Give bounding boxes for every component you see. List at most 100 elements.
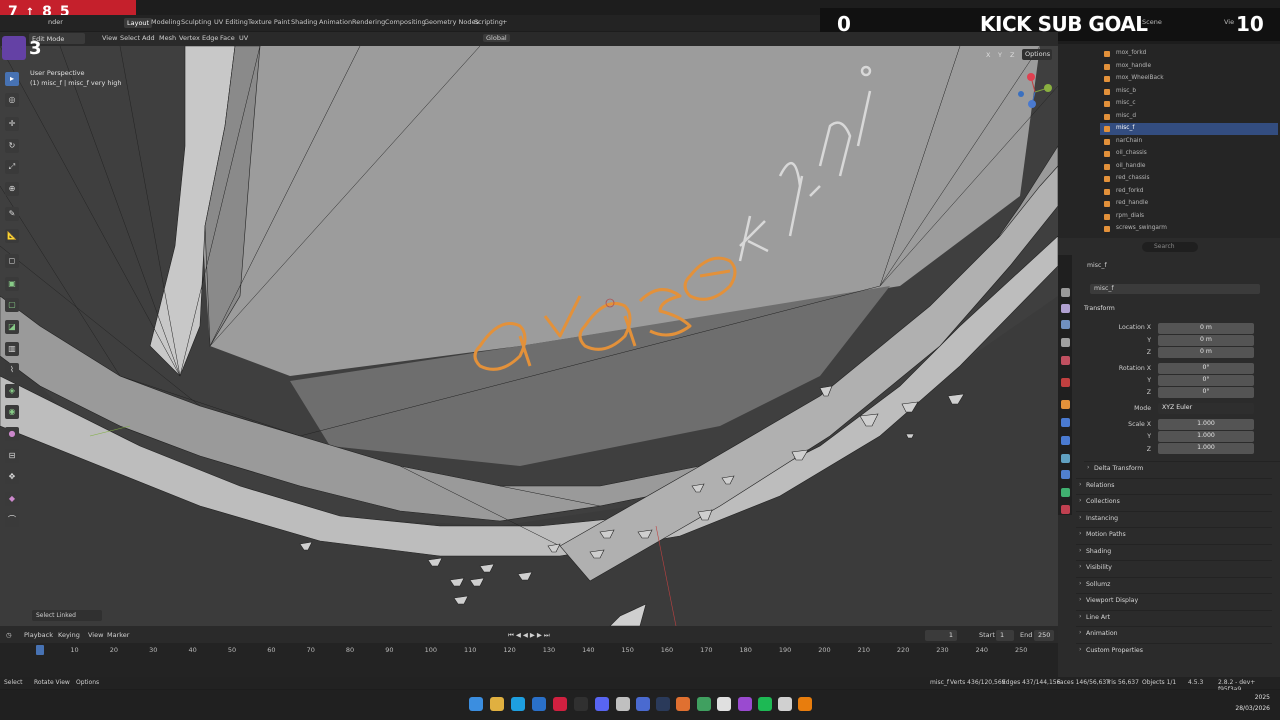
panel-visibility[interactable]: Visibility — [1076, 560, 1272, 574]
app-icon-purple[interactable] — [738, 697, 752, 711]
tab-sculpting[interactable]: Sculpting — [181, 18, 211, 26]
vscode-icon[interactable] — [532, 697, 546, 711]
outliner-item[interactable]: narChain — [1100, 136, 1278, 148]
modifiers-tab-icon[interactable] — [1061, 418, 1070, 427]
outliner-item[interactable]: red_handle — [1100, 198, 1278, 210]
outliner-item[interactable]: mox_WheelBack — [1100, 73, 1278, 85]
outliner-item[interactable]: misc_f — [1100, 123, 1278, 135]
object-name-field[interactable]: misc_f — [1090, 284, 1260, 294]
app-icon-red[interactable] — [553, 697, 567, 711]
menu-face[interactable]: Face — [220, 34, 235, 42]
grid-app-icon[interactable] — [616, 697, 630, 711]
blender-icon[interactable] — [798, 697, 812, 711]
outliner-item[interactable]: misc_d — [1100, 111, 1278, 123]
viewport-options-button[interactable]: Options — [1022, 49, 1052, 60]
playhead[interactable] — [36, 645, 44, 655]
panel-custom-properties[interactable]: Custom Properties — [1076, 643, 1272, 657]
menu-add[interactable]: Add — [142, 34, 155, 42]
current-frame-field[interactable]: 1 — [925, 630, 957, 641]
output-tab-icon[interactable] — [1061, 320, 1070, 329]
annotate-tool[interactable]: ✎ — [5, 207, 19, 221]
cursor-tool[interactable]: ◎ — [5, 93, 19, 107]
outliner-item[interactable]: mox_forkd — [1100, 48, 1278, 60]
rotation-mode-dropdown[interactable]: XYZ Euler — [1158, 403, 1254, 414]
shrink-fatten-tool[interactable]: ✥ — [5, 470, 19, 484]
menu-uv[interactable]: UV — [239, 34, 248, 42]
tab-rendering[interactable]: Rendering — [352, 18, 385, 26]
outliner-item[interactable]: mox_handle — [1100, 61, 1278, 73]
editor-type-icon[interactable]: ◷ — [6, 631, 12, 639]
tab-animation[interactable]: Animation — [319, 18, 352, 26]
last-operator-panel[interactable]: Select Linked — [32, 610, 102, 621]
add-workspace-icon[interactable]: + — [502, 18, 507, 26]
smooth-tool[interactable]: ● — [5, 427, 19, 441]
axis-x-toggle[interactable]: X — [986, 51, 990, 59]
panel-viewport-display[interactable]: Viewport Display — [1076, 593, 1272, 607]
transform-tool[interactable]: ⊕ — [5, 182, 19, 196]
tab-modeling[interactable]: Modeling — [151, 18, 181, 26]
app-icon-light[interactable] — [778, 697, 792, 711]
panel-line-art[interactable]: Line Art — [1076, 610, 1272, 624]
outliner-item[interactable]: red_chassis — [1100, 173, 1278, 185]
rotation-y-field[interactable]: 0° — [1158, 375, 1254, 386]
tab-shading[interactable]: Shading — [291, 18, 317, 26]
outliner-item[interactable]: oil_chassis — [1100, 148, 1278, 160]
knife-tool[interactable]: ⌇ — [5, 363, 19, 377]
tab-uv-editing[interactable]: UV Editing — [214, 18, 248, 26]
panel-collections[interactable]: Collections — [1076, 494, 1272, 508]
scene-tab-icon[interactable] — [1061, 356, 1070, 365]
menu-timeline-view[interactable]: View — [88, 631, 103, 639]
physics-tab-icon[interactable] — [1061, 454, 1070, 463]
rotate-tool[interactable]: ↻ — [5, 139, 19, 153]
scale-y-field[interactable]: 1.000 — [1158, 431, 1254, 442]
tab-compositing[interactable]: Compositing — [385, 18, 426, 26]
inset-tool[interactable]: ▢ — [5, 298, 19, 312]
playback-controls[interactable]: ⏮◀◀▶▶⏭ — [508, 631, 552, 640]
tool-tab-icon[interactable] — [1061, 288, 1070, 297]
panel-motion-paths[interactable]: Motion Paths — [1076, 527, 1272, 541]
render-menu[interactable]: nder — [48, 18, 63, 26]
spotify-icon[interactable] — [758, 697, 772, 711]
tab-geometry-nodes[interactable]: Geometry Nodes — [424, 18, 479, 26]
object-tab-icon[interactable] — [1061, 400, 1070, 409]
menu-playback[interactable]: Playback — [24, 631, 53, 639]
measure-tool[interactable]: 📐 — [5, 229, 19, 243]
orientation-selector[interactable]: Global — [483, 34, 510, 42]
tab-scripting[interactable]: Scripting — [474, 18, 503, 26]
transform-section[interactable]: Transform — [1084, 305, 1115, 312]
start-frame-field[interactable]: 1 — [996, 630, 1014, 641]
panel-shading[interactable]: Shading — [1076, 544, 1272, 558]
end-frame-field[interactable]: 250 — [1034, 630, 1054, 641]
world-tab-icon[interactable] — [1061, 378, 1070, 387]
view-layer-selector[interactable]: Vie — [1224, 18, 1234, 26]
properties-search[interactable]: Search — [1142, 242, 1198, 252]
select-box-tool[interactable]: ▸ — [5, 72, 19, 86]
scale-tool[interactable]: ⤢ — [5, 160, 19, 174]
menu-vertex[interactable]: Vertex — [179, 34, 200, 42]
rotation-z-field[interactable]: 0° — [1158, 387, 1254, 398]
menu-edge[interactable]: Edge — [202, 34, 218, 42]
constraints-tab-icon[interactable] — [1061, 470, 1070, 479]
outliner-item[interactable]: rpm_dials — [1100, 211, 1278, 223]
file-explorer-icon[interactable] — [490, 697, 504, 711]
particles-tab-icon[interactable] — [1061, 436, 1070, 445]
panel-sollumz[interactable]: Sollumz — [1076, 577, 1272, 591]
scale-z-field[interactable]: 1.000 — [1158, 443, 1254, 454]
firefox-icon[interactable] — [676, 697, 690, 711]
menu-select[interactable]: Select — [120, 34, 140, 42]
data-tab-icon[interactable] — [1061, 488, 1070, 497]
steam-icon[interactable] — [656, 697, 670, 711]
outliner-item[interactable]: oil_handle — [1100, 161, 1278, 173]
view-layer-tab-icon[interactable] — [1061, 338, 1070, 347]
tab-layout[interactable]: Layout — [124, 18, 153, 28]
move-tool[interactable]: ✛ — [5, 117, 19, 131]
axis-z-toggle[interactable]: Z — [1010, 51, 1014, 59]
poly-build-tool[interactable]: ◈ — [5, 384, 19, 398]
app-icon-dark[interactable] — [574, 697, 588, 711]
app-icon-blue[interactable] — [636, 697, 650, 711]
outliner-item[interactable]: screws_swingarm — [1100, 223, 1278, 235]
outliner-item[interactable]: misc_b — [1100, 86, 1278, 98]
navigation-gizmo[interactable] — [1016, 72, 1054, 112]
outliner-item[interactable]: red_forkd — [1100, 186, 1278, 198]
render-tab-icon[interactable] — [1061, 304, 1070, 313]
